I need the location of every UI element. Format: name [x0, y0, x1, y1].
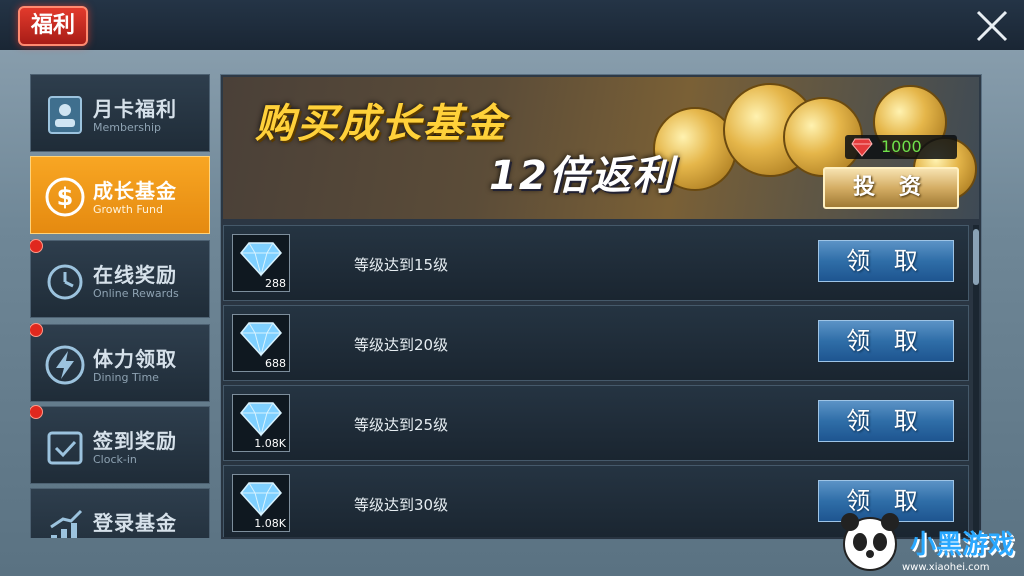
sidebar-item-stamina[interactable]: 体力领取 Dining Time [30, 323, 210, 402]
scroll-thumb[interactable] [973, 229, 979, 285]
reward-count: 1.08K [254, 437, 286, 450]
claim-button-label: 领 取 [846, 407, 926, 435]
reward-item-slot[interactable]: 288 [232, 234, 290, 292]
invest-cost-value: 1000 [881, 137, 922, 156]
sidebar-item-sublabel: Clock-in [93, 453, 137, 466]
chart-up-icon [50, 509, 83, 538]
notification-dot [30, 405, 43, 419]
sidebar-item-sublabel: Dining Time [93, 371, 159, 384]
reward-item-slot[interactable]: 688 [232, 314, 290, 372]
sidebar-item-sublabel: Membership [93, 121, 161, 134]
close-icon [976, 10, 1008, 42]
reward-item-slot[interactable]: 1.08K [232, 394, 290, 452]
reward-condition: 等级达到15级 [354, 256, 449, 274]
checkmark-calendar-icon [47, 431, 83, 465]
notification-dot [30, 239, 43, 253]
sidebar-item-label: 在线奖励 [93, 263, 177, 287]
reward-item-slot[interactable]: 1.08K [232, 474, 290, 532]
sidebar: 月卡福利 Membership $ 成长基金 Growth Fund 在线奖励 … [30, 74, 212, 538]
reward-row: 1.08K 等级达到25级 领 取 [223, 385, 969, 461]
reward-condition: 等级达到25级 [354, 416, 449, 434]
sidebar-item-label: 月卡福利 [93, 97, 177, 121]
diamond-icon [240, 242, 282, 277]
claim-button[interactable]: 领 取 [818, 240, 954, 282]
sidebar-item-sublabel: Growth Fund [93, 203, 163, 216]
watermark-url: www.xiaohei.com [902, 562, 990, 573]
invest-cost: 1000 [845, 135, 957, 159]
invest-button[interactable]: 投 资 [823, 167, 959, 209]
invest-button-label: 投 资 [853, 175, 929, 200]
svg-text:$: $ [57, 183, 74, 211]
diamond-icon [240, 482, 282, 517]
claim-button[interactable]: 领 取 [818, 320, 954, 362]
claim-button-label: 领 取 [846, 247, 926, 275]
panda-mascot-icon [841, 513, 899, 571]
reward-count: 1.08K [254, 517, 286, 530]
reward-list[interactable]: 288 等级达到15级 领 取 688 等级达到20级 领 取 1.08K 等级… [223, 225, 971, 537]
sidebar-item-online-rewards[interactable]: 在线奖励 Online Rewards [30, 239, 210, 318]
sidebar-item-growth-fund[interactable]: $ 成长基金 Growth Fund [30, 156, 210, 234]
dollar-coin-icon: $ [45, 177, 85, 217]
sidebar-item-sublabel: Online Rewards [93, 287, 179, 300]
reward-condition: 等级达到20级 [354, 336, 449, 354]
reward-count: 688 [265, 357, 286, 370]
promo-banner: 购买成长基金 12倍返利 1000 投 资 [223, 77, 979, 219]
reward-row: 688 等级达到20级 领 取 [223, 305, 969, 381]
membership-card-icon [48, 96, 82, 134]
reward-condition: 等级达到30级 [354, 496, 449, 514]
claim-button[interactable]: 领 取 [818, 400, 954, 442]
banner-subtitle: 12倍返利 [489, 153, 675, 199]
lightning-icon [45, 345, 85, 385]
growth-fund-panel: 购买成长基金 12倍返利 1000 投 资 288 等级达到15级 领 取 68… [220, 74, 982, 540]
sidebar-item-label: 体力领取 [93, 347, 177, 371]
red-gem-icon [851, 138, 873, 157]
reward-list-scrollbar[interactable] [973, 225, 979, 537]
banner-title: 购买成长基金 [255, 101, 507, 147]
sidebar-item-label: 签到奖励 [93, 429, 177, 453]
sidebar-item-membership[interactable]: 月卡福利 Membership [30, 74, 210, 152]
top-bar: 福利 [0, 0, 1024, 50]
sidebar-item-login-fund[interactable]: 登录基金 [30, 488, 210, 538]
page-title: 福利 [18, 6, 88, 46]
watermark-text: 小黑游戏 [910, 530, 1015, 560]
sidebar-item-label: 成长基金 [93, 179, 177, 203]
site-watermark: 小黑游戏 www.xiaohei.com [832, 506, 1024, 576]
sidebar-item-clock-in[interactable]: 签到奖励 Clock-in [30, 405, 210, 484]
sidebar-item-label: 登录基金 [93, 511, 177, 535]
reward-count: 288 [265, 277, 286, 290]
close-button[interactable] [972, 6, 1012, 46]
notification-dot [30, 323, 43, 337]
diamond-icon [240, 322, 282, 357]
clock-icon [47, 264, 83, 300]
claim-button-label: 领 取 [846, 327, 926, 355]
diamond-icon [240, 402, 282, 437]
reward-row: 288 等级达到15级 领 取 [223, 225, 969, 301]
